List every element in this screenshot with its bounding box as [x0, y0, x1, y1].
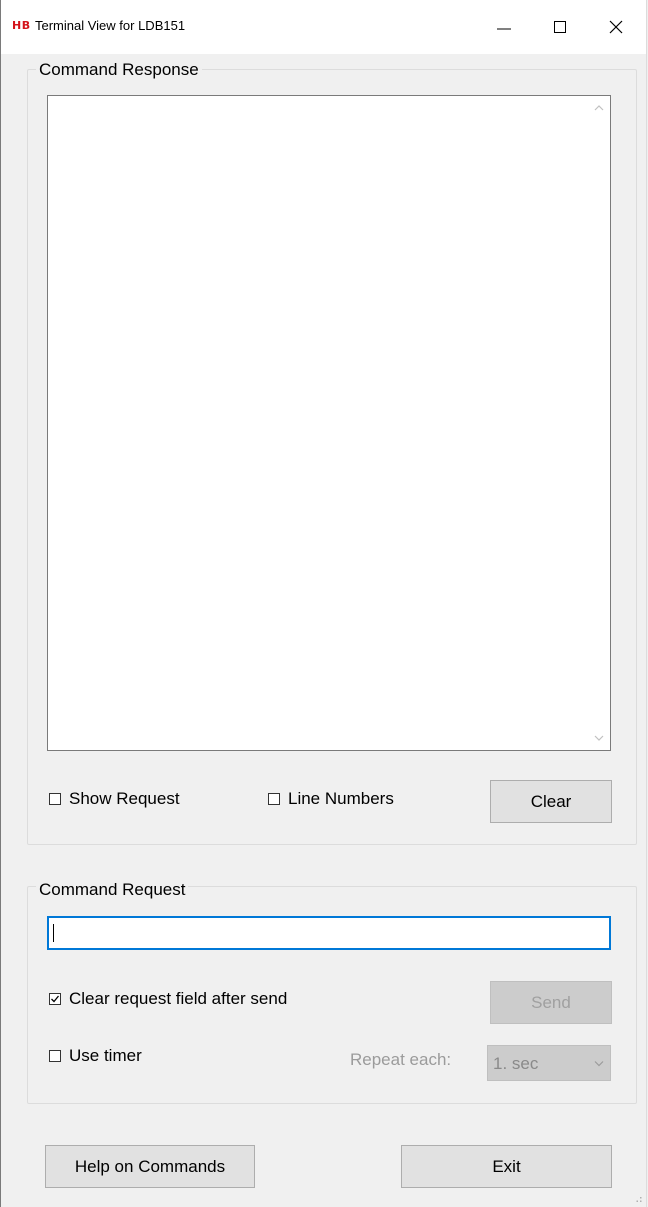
command-request-label: Command Request: [36, 880, 189, 900]
exit-button[interactable]: Exit: [401, 1145, 612, 1188]
response-scrollbar[interactable]: [589, 96, 610, 750]
resize-grip-icon[interactable]: [634, 1195, 642, 1203]
chevron-down-icon: [594, 1061, 604, 1067]
repeat-interval-value: 1. sec: [493, 1054, 539, 1073]
use-timer-box[interactable]: [49, 1050, 61, 1062]
repeat-interval-select[interactable]: 1. sec: [487, 1045, 611, 1081]
close-button[interactable]: [593, 0, 639, 54]
help-on-commands-button[interactable]: Help on Commands: [45, 1145, 255, 1188]
minimize-icon: [497, 28, 511, 30]
scroll-up-icon[interactable]: [594, 104, 604, 112]
close-icon: [609, 20, 623, 34]
line-numbers-label: Line Numbers: [288, 789, 394, 808]
use-timer-checkbox[interactable]: Use timer: [49, 1046, 142, 1066]
send-button[interactable]: Send: [490, 981, 612, 1024]
clear-after-send-box[interactable]: [49, 993, 61, 1005]
repeat-each-label: Repeat each:: [350, 1050, 452, 1069]
show-request-label: Show Request: [69, 789, 180, 808]
terminal-window: HB Terminal View for LDB151 Command Resp…: [0, 0, 647, 1207]
line-numbers-box[interactable]: [268, 793, 280, 805]
command-response-label: Command Response: [36, 60, 202, 80]
text-caret: [53, 924, 54, 942]
title-bar[interactable]: HB Terminal View for LDB151: [1, 0, 646, 54]
command-response-output[interactable]: [47, 95, 611, 751]
checkmark-icon: [51, 995, 60, 1003]
minimize-button[interactable]: [481, 0, 527, 54]
app-logo-icon: HB: [12, 19, 31, 32]
maximize-icon: [554, 21, 566, 33]
window-title: Terminal View for LDB151: [35, 18, 186, 33]
maximize-button[interactable]: [537, 0, 583, 54]
command-request-input[interactable]: [47, 916, 611, 950]
show-request-box[interactable]: [49, 793, 61, 805]
clear-button[interactable]: Clear: [490, 780, 612, 823]
use-timer-label: Use timer: [69, 1046, 142, 1065]
clear-after-send-label: Clear request field after send: [69, 989, 288, 1008]
show-request-checkbox[interactable]: Show Request: [49, 789, 180, 809]
clear-after-send-checkbox[interactable]: Clear request field after send: [49, 989, 287, 1009]
line-numbers-checkbox[interactable]: Line Numbers: [268, 789, 394, 809]
scroll-down-icon[interactable]: [594, 734, 604, 742]
